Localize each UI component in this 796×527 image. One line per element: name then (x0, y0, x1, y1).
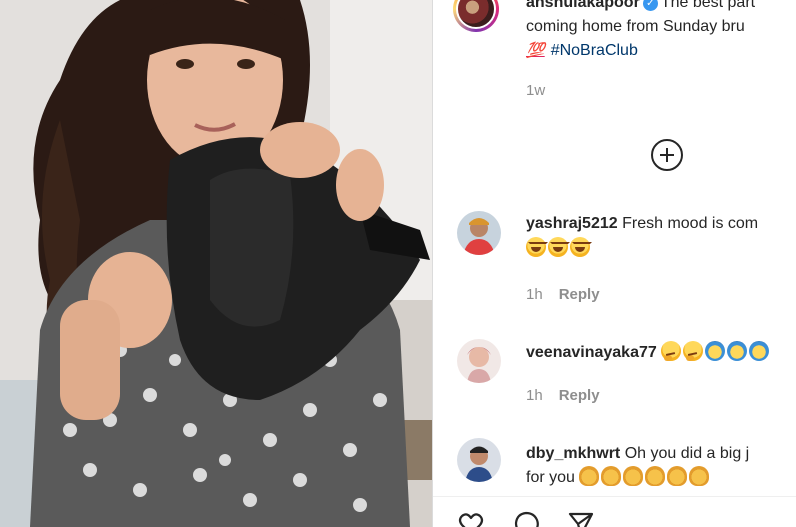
reply-button[interactable]: Reply (559, 286, 600, 303)
raising-hands-icon (727, 341, 748, 361)
post-timestamp[interactable]: 1w (526, 82, 545, 99)
author-avatar[interactable] (453, 0, 499, 32)
share-icon[interactable] (568, 511, 594, 527)
post-photo (0, 0, 432, 527)
clapping-hands-icon (579, 466, 600, 486)
commenter-avatar[interactable] (457, 211, 501, 255)
comment-text: Fresh mood is com (622, 215, 759, 232)
caption-text: The best part (660, 0, 756, 11)
clapping-hands-icon (667, 466, 688, 486)
post-caption: anshulakapoor ✓ The best part coming home … (526, 0, 796, 63)
comment-timestamp: 1h (526, 286, 543, 303)
clapping-hands-icon (601, 466, 622, 486)
face-with-tears-of-joy-icon (548, 237, 570, 257)
post-action-bar (433, 496, 796, 527)
face-with-tears-of-joy-icon (570, 237, 592, 257)
comment-text-line2: for you (526, 469, 575, 486)
post-media[interactable] (0, 0, 432, 527)
clapping-hands-icon (645, 466, 666, 486)
comments-panel: anshulakapoor ✓ The best part coming home … (433, 0, 796, 527)
reply-button[interactable]: Reply (559, 387, 600, 404)
commenter-avatar[interactable] (457, 438, 501, 482)
raising-hands-icon (749, 341, 770, 361)
raising-hands-icon (705, 341, 726, 361)
comment-text: Oh you did a big j (624, 445, 750, 462)
like-icon[interactable] (458, 511, 484, 527)
clapping-hands-icon (623, 466, 644, 486)
comment-username[interactable]: yashraj5212 (526, 215, 618, 232)
clapping-hands-icon (689, 466, 710, 486)
thinking-face-icon (683, 341, 704, 361)
comment-username[interactable]: veenavinayaka77 (526, 344, 657, 361)
commenter-avatar[interactable] (457, 339, 501, 383)
face-with-tears-of-joy-icon (526, 237, 548, 257)
author-username[interactable]: anshulakapoor (526, 0, 640, 11)
hashtag-link[interactable]: #NoBraClub (551, 39, 638, 63)
load-more-comments-button[interactable] (651, 139, 683, 171)
thinking-face-icon (661, 341, 682, 361)
hundred-points-icon: 💯 (526, 42, 545, 59)
comment-emojis (526, 237, 592, 261)
caption-text-line2: coming home from Sunday bru (526, 18, 745, 35)
comment-username[interactable]: dby_mkhwrt (526, 445, 620, 462)
comment-icon[interactable] (514, 511, 540, 527)
verified-badge-icon: ✓ (642, 0, 658, 11)
comment-timestamp: 1h (526, 387, 543, 404)
